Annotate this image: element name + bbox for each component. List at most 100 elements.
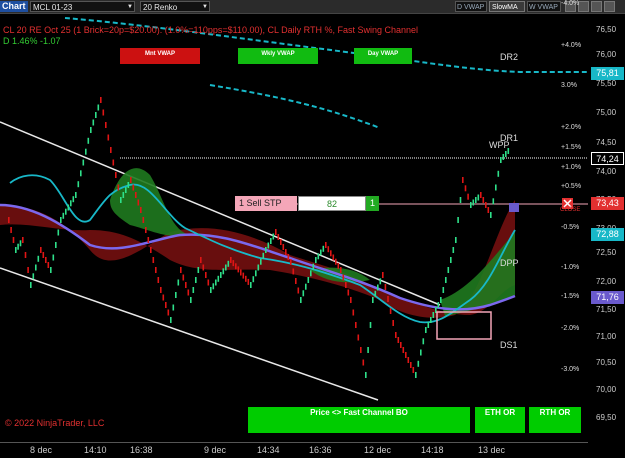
renko-brick bbox=[115, 172, 117, 178]
renko-brick bbox=[345, 282, 347, 288]
renko-brick bbox=[15, 247, 17, 253]
renko-brick bbox=[350, 297, 352, 303]
renko-brick bbox=[382, 272, 384, 278]
renko-brick bbox=[355, 322, 357, 328]
price-tick-label: 72,00 bbox=[596, 277, 617, 286]
renko-brick bbox=[19, 240, 22, 247]
renko-brick bbox=[217, 275, 220, 282]
renko-brick bbox=[185, 282, 187, 288]
order-qty-button[interactable]: 1 bbox=[366, 196, 379, 211]
renko-brick bbox=[210, 287, 212, 293]
properties-icon[interactable] bbox=[591, 1, 602, 12]
fast-channel-bo-button[interactable]: Price <> Fast Channel BO bbox=[248, 407, 470, 433]
day-vwap-button[interactable]: Day VWAP bbox=[354, 48, 412, 64]
renko-brick bbox=[230, 257, 232, 263]
instrument-selector[interactable]: MCL 01-23 ▼ bbox=[30, 1, 135, 12]
percent-tick-label: -2.0% bbox=[561, 325, 580, 332]
renko-brick bbox=[292, 268, 295, 275]
renko-brick bbox=[480, 192, 482, 198]
price-chart[interactable] bbox=[0, 14, 588, 442]
renko-brick bbox=[384, 284, 387, 290]
wvwap-toggle[interactable]: W VWAP bbox=[527, 1, 561, 12]
time-tick-label: 12 dec bbox=[364, 445, 392, 455]
renko-brick bbox=[340, 267, 342, 273]
renko-brick bbox=[330, 250, 332, 257]
crosshair-icon[interactable] bbox=[578, 1, 589, 12]
bar-type-selector[interactable]: 20 Renko ▼ bbox=[140, 1, 210, 12]
renko-brick bbox=[285, 249, 287, 255]
current-price-tag: 75,81 bbox=[591, 67, 624, 80]
renko-brick bbox=[505, 151, 507, 157]
renko-brick bbox=[12, 237, 15, 243]
lower-channel-line bbox=[0, 267, 379, 401]
renko-brick bbox=[127, 182, 130, 188]
renko-brick bbox=[455, 237, 457, 243]
current-price-tag: 71,76 bbox=[591, 291, 624, 304]
chart-toolbar: Chart MCL 01-23 ▼ 20 Renko ▼ D VWAP Slow… bbox=[0, 0, 625, 14]
renko-brick bbox=[262, 252, 265, 259]
order-type-label[interactable]: 1 Sell STP bbox=[235, 196, 297, 211]
renko-brick bbox=[369, 322, 372, 328]
order-quantity[interactable]: 82 bbox=[298, 196, 366, 211]
dvwap-toggle[interactable]: D VWAP bbox=[455, 1, 487, 12]
renko-brick bbox=[282, 244, 285, 250]
renko-brick bbox=[187, 289, 190, 296]
price-tick-label: 69,50 bbox=[596, 413, 617, 422]
renko-brick bbox=[477, 194, 480, 201]
wkly-vwap-button[interactable]: Wkly VWAP bbox=[238, 48, 318, 64]
renko-brick bbox=[242, 272, 245, 279]
renko-brick bbox=[387, 296, 389, 302]
renko-brick bbox=[60, 217, 62, 223]
percent-tick-label: +2.0% bbox=[561, 124, 582, 131]
renko-brick bbox=[275, 229, 277, 235]
time-tick-label: 8 dec bbox=[30, 445, 53, 455]
renko-brick bbox=[47, 262, 50, 268]
renko-brick bbox=[265, 247, 267, 253]
renko-brick bbox=[445, 277, 447, 283]
mnt-vwap-button[interactable]: Mnt VWAP bbox=[120, 48, 200, 64]
percent-tick-label: -4.0% bbox=[561, 0, 580, 7]
price-tick-label: 70,00 bbox=[596, 385, 617, 394]
percent-tick-label: +1.0% bbox=[561, 164, 582, 171]
rth-or-button[interactable]: RTH OR bbox=[529, 407, 581, 433]
renko-brick bbox=[155, 267, 157, 273]
renko-brick bbox=[40, 247, 42, 253]
renko-brick bbox=[90, 127, 92, 133]
renko-brick bbox=[30, 282, 32, 288]
renko-brick bbox=[255, 270, 257, 277]
renko-brick bbox=[35, 264, 37, 271]
position-box bbox=[509, 203, 519, 212]
slowma-toggle[interactable]: SlowMA bbox=[489, 1, 525, 12]
renko-brick bbox=[222, 268, 225, 275]
eth-or-button[interactable]: ETH OR bbox=[475, 407, 525, 433]
window-icon[interactable] bbox=[604, 1, 615, 12]
renko-brick bbox=[125, 187, 127, 193]
renko-brick bbox=[82, 159, 85, 166]
renko-brick bbox=[72, 196, 75, 203]
renko-brick bbox=[197, 267, 200, 273]
dpp-label: DPP bbox=[500, 258, 519, 268]
renko-brick bbox=[352, 309, 355, 316]
chart-tab[interactable]: Chart bbox=[0, 1, 28, 12]
chart-title: CL 20 RE Oct 25 (1 Brick=20p=$20.00). (1… bbox=[3, 25, 419, 35]
renko-brick bbox=[135, 192, 137, 198]
renko-brick bbox=[55, 242, 57, 248]
renko-brick bbox=[245, 275, 247, 282]
renko-brick bbox=[162, 294, 165, 301]
renko-brick bbox=[150, 247, 152, 253]
renko-brick bbox=[410, 362, 412, 368]
green-cloud bbox=[110, 168, 190, 237]
price-tick-label: 71,50 bbox=[596, 305, 617, 314]
copyright-text: © 2022 NinjaTrader, LLC bbox=[5, 418, 105, 428]
time-tick-label: 13 dec bbox=[478, 445, 506, 455]
chart-subtitle: D 1.46% -1.07 bbox=[3, 36, 61, 46]
renko-brick bbox=[17, 243, 19, 250]
renko-brick bbox=[195, 277, 197, 283]
renko-brick bbox=[247, 278, 250, 285]
renko-brick bbox=[342, 274, 345, 281]
renko-brick bbox=[70, 200, 72, 207]
renko-brick bbox=[50, 267, 52, 273]
time-tick-label: 14:10 bbox=[84, 445, 107, 455]
renko-brick bbox=[312, 263, 315, 270]
renko-brick bbox=[430, 317, 432, 323]
